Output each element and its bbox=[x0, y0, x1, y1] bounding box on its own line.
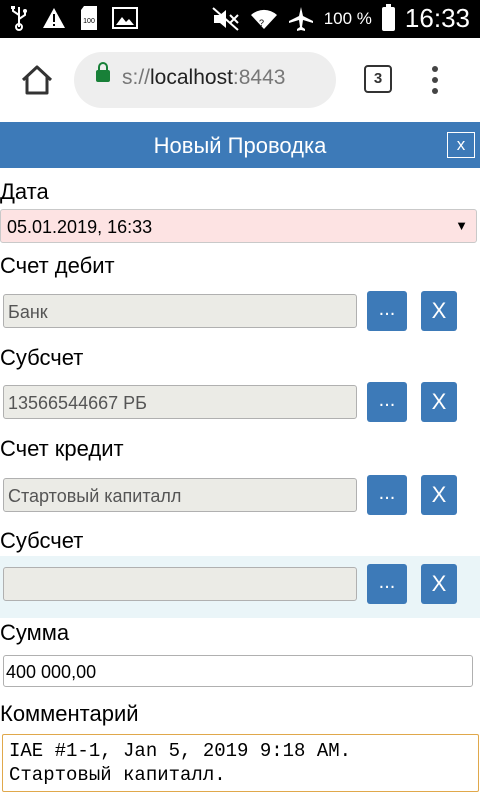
amount-input[interactable]: 400 000,00 bbox=[3, 655, 473, 687]
debit-account-field[interactable]: Банк bbox=[3, 294, 357, 328]
debit-account-clear-button[interactable]: X bbox=[421, 291, 457, 331]
debit-subaccount-label: Субсчет bbox=[0, 345, 84, 370]
credit-account-select-button[interactable]: ... bbox=[367, 475, 407, 515]
debit-subaccount-clear-button[interactable]: X bbox=[421, 382, 457, 422]
credit-subaccount-select-button[interactable]: ... bbox=[367, 564, 407, 604]
credit-subaccount-clear-button[interactable]: X bbox=[421, 564, 457, 604]
home-icon[interactable] bbox=[20, 64, 54, 96]
warning-icon bbox=[43, 8, 65, 28]
debit-subaccount-select-button[interactable]: ... bbox=[367, 382, 407, 422]
dropdown-arrow-icon: ▼ bbox=[455, 218, 468, 233]
dialog-header: Новый Проводка bbox=[0, 122, 480, 168]
credit-subaccount-row: ... X bbox=[0, 556, 480, 618]
comment-label: Комментарий bbox=[0, 701, 139, 726]
status-bar: 100 ? 100 % 16:33 bbox=[0, 0, 480, 38]
url-host: localhost bbox=[150, 66, 233, 89]
browser-toolbar: s://localhost:8443 3 bbox=[0, 38, 480, 122]
debit-subaccount-field[interactable]: 13566544667 РБ bbox=[3, 385, 357, 419]
image-icon bbox=[112, 7, 138, 29]
date-select[interactable]: 05.01.2019, 16:33 ▼ bbox=[0, 209, 477, 243]
url-port: :8443 bbox=[232, 66, 286, 89]
usb-icon bbox=[11, 6, 27, 31]
svg-text:?: ? bbox=[259, 18, 264, 28]
date-label: Дата bbox=[0, 179, 49, 204]
tab-switcher-button[interactable]: 3 bbox=[364, 65, 392, 93]
clock: 16:33 bbox=[404, 3, 470, 33]
url-text[interactable]: s://localhost:8443 bbox=[122, 66, 285, 90]
svg-text:100: 100 bbox=[83, 18, 95, 25]
airplane-icon bbox=[288, 6, 313, 31]
credit-subaccount-field[interactable] bbox=[3, 567, 357, 601]
comment-textarea[interactable]: IAE #1-1, Jan 5, 2019 9:18 AM. Стартовый… bbox=[2, 734, 479, 792]
credit-account-row: Стартовый капиталл ... X bbox=[0, 467, 480, 529]
credit-account-label: Счет кредит bbox=[0, 436, 124, 461]
debit-account-select-button[interactable]: ... bbox=[367, 291, 407, 331]
battery-icon bbox=[381, 3, 395, 31]
overflow-menu-icon[interactable] bbox=[432, 66, 438, 99]
wifi-icon: ? bbox=[250, 9, 277, 29]
debit-account-row: Банк ... X bbox=[0, 283, 480, 345]
address-bar[interactable]: s://localhost:8443 bbox=[74, 52, 336, 108]
debit-subaccount-row: 13566544667 РБ ... X bbox=[0, 374, 480, 436]
date-value: 05.01.2019, 16:33 bbox=[7, 217, 153, 237]
close-button[interactable]: x bbox=[447, 132, 475, 158]
battery-percent: 100 % bbox=[323, 8, 372, 28]
lock-icon bbox=[96, 62, 110, 82]
credit-account-field[interactable]: Стартовый капиталл bbox=[3, 478, 357, 512]
amount-label: Сумма bbox=[0, 620, 70, 645]
sd-card-icon: 100 bbox=[81, 6, 97, 30]
url-scheme: s:// bbox=[122, 66, 151, 89]
mute-icon bbox=[212, 6, 239, 31]
credit-account-clear-button[interactable]: X bbox=[421, 475, 457, 515]
dialog-title: Новый Проводка bbox=[153, 133, 327, 158]
credit-subaccount-label: Субсчет bbox=[0, 528, 84, 553]
debit-account-label: Счет дебит bbox=[0, 253, 115, 278]
